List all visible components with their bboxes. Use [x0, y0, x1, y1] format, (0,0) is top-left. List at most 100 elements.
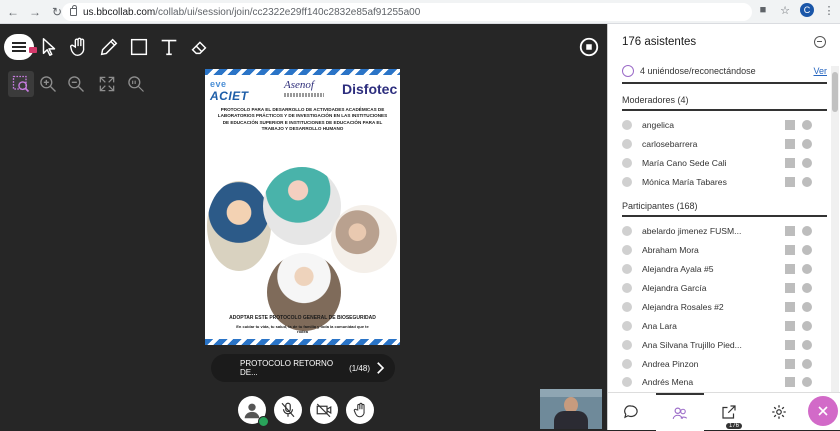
participant-row[interactable]: Ana Lara — [622, 317, 827, 335]
browser-toolbar: ← → ↻ us.bbcollab.com/collab/ui/session/… — [0, 0, 840, 24]
mic-status-icon — [802, 139, 812, 149]
mic-status-icon — [802, 359, 812, 369]
participant-row[interactable]: Andrea Pinzon — [622, 355, 827, 373]
participant-row[interactable]: Alejandra Rosales #2 — [622, 298, 827, 316]
doc-footer-text: En cuidar tu vida, tu salud, la de tu fa… — [236, 324, 369, 334]
forward-icon[interactable]: → — [26, 3, 44, 21]
chat-icon — [624, 405, 638, 419]
mic-status-icon — [802, 340, 812, 350]
camera-status-icon — [785, 340, 795, 350]
camera-button[interactable] — [310, 396, 338, 424]
camera-status-icon — [785, 283, 795, 293]
back-icon[interactable]: ← — [4, 3, 22, 21]
select-tool-icon[interactable] — [36, 34, 62, 60]
scrollbar-thumb[interactable] — [832, 72, 838, 112]
url-text: us.bbcollab.com/collab/ui/session/join/c… — [83, 6, 421, 18]
profile-avatar[interactable]: C — [800, 3, 814, 17]
camera-status-icon — [785, 264, 795, 274]
people-icon — [622, 65, 634, 77]
zoom-region-icon[interactable] — [11, 74, 31, 94]
panel-scrollbar[interactable] — [831, 66, 839, 409]
fit-expand-icon[interactable] — [97, 74, 117, 94]
zoom-reset-icon[interactable] — [126, 74, 146, 94]
zoom-in-icon[interactable] — [38, 74, 58, 94]
close-icon — [818, 406, 828, 416]
avatar — [622, 321, 632, 331]
mic-status-icon — [802, 377, 812, 387]
pan-hand-icon[interactable] — [66, 34, 92, 60]
aciet-logo: eve ACIET — [210, 79, 249, 103]
my-status-button[interactable] — [238, 396, 269, 427]
mic-status-icon — [802, 302, 812, 312]
doc-footer-title: ADOPTAR ESTE PROTOCOLO GENERAL DE BIOSEG… — [229, 315, 376, 321]
participant-row[interactable]: Alejandra Ayala #5 — [622, 260, 827, 278]
participant-row[interactable]: Andrés Mena — [622, 373, 827, 391]
stop-share-icon[interactable] — [576, 34, 602, 60]
close-panel-button[interactable] — [808, 396, 838, 426]
disfotec-logo: Disfotec — [342, 81, 398, 97]
more-icon[interactable]: ⋮ — [822, 3, 836, 17]
tab-settings[interactable] — [756, 393, 802, 431]
address-bar[interactable]: us.bbcollab.com/collab/ui/session/join/c… — [62, 3, 752, 21]
participant-row[interactable]: Alejandra García — [622, 279, 827, 297]
avatar — [622, 264, 632, 274]
avatar — [622, 340, 632, 350]
rejoin-status: 4 uniéndose/reconectándose Ver — [622, 60, 827, 84]
camera-status-icon — [785, 377, 795, 387]
share-icon — [722, 405, 736, 419]
doc-logos: eve ACIET Asenof Disfotec — [208, 77, 398, 103]
doc-top-stripe — [205, 69, 400, 75]
next-slide-icon[interactable] — [371, 359, 389, 377]
presenter-video[interactable] — [540, 389, 602, 429]
participant-row[interactable]: Abraham Mora — [622, 241, 827, 259]
participant-row[interactable]: Ana Silvana Trujillo Pied... — [622, 336, 827, 354]
moderator-row[interactable]: María Cano Sede Cali — [622, 154, 827, 172]
mic-muted-icon — [281, 402, 295, 418]
camera-status-icon — [785, 139, 795, 149]
gear-icon — [772, 405, 786, 419]
camera-status-icon — [785, 158, 795, 168]
hand-icon — [353, 402, 365, 418]
avatar — [622, 139, 632, 149]
status-check-icon — [258, 416, 269, 427]
attendees-icon — [672, 407, 688, 420]
participant-row[interactable]: abelardo jimenez FUSM... — [622, 222, 827, 240]
camera-off-icon — [316, 403, 332, 418]
mic-status-icon — [802, 245, 812, 255]
zoom-out-icon[interactable] — [66, 74, 86, 94]
camera-icon[interactable]: ■ — [756, 3, 770, 17]
camera-status-icon — [785, 245, 795, 255]
mic-status-icon — [802, 264, 812, 274]
microphone-button[interactable] — [274, 396, 302, 424]
avatar — [622, 359, 632, 369]
pencil-icon[interactable] — [96, 34, 122, 60]
mic-status-icon — [802, 283, 812, 293]
avatar — [622, 302, 632, 312]
rejoin-text: 4 uniéndose/reconectándose — [640, 66, 756, 76]
panel-tabs: 176 — [608, 392, 840, 431]
bookmark-star-icon[interactable]: ☆ — [778, 3, 792, 17]
camera-status-icon — [785, 177, 795, 187]
moderator-row[interactable]: angelica — [622, 116, 827, 134]
attendees-panel: 176 asistentes 4 uniéndose/reconectándos… — [607, 24, 840, 431]
camera-status-icon — [785, 321, 795, 331]
raise-hand-button[interactable] — [346, 396, 374, 424]
camera-status-icon — [785, 120, 795, 130]
participants-header: Participantes (168) — [622, 201, 827, 217]
tab-share-content[interactable] — [706, 393, 752, 431]
tab-attendees[interactable]: 176 — [656, 393, 743, 431]
avatar — [622, 245, 632, 255]
seamstress-photo — [331, 205, 397, 273]
camera-status-icon — [785, 302, 795, 312]
mic-status-icon — [802, 120, 812, 130]
collapse-icon[interactable] — [814, 36, 826, 48]
avatar — [622, 283, 632, 293]
text-tool-icon[interactable] — [156, 34, 182, 60]
view-link[interactable]: Ver — [813, 66, 827, 76]
moderator-row[interactable]: carlosebarrera — [622, 135, 827, 153]
shape-square-icon[interactable] — [126, 34, 152, 60]
tab-chat[interactable] — [608, 393, 654, 431]
doc-bottom-stripe — [205, 339, 400, 345]
moderator-row[interactable]: Mónica María Tabares — [622, 173, 827, 191]
eraser-icon[interactable] — [186, 34, 212, 60]
